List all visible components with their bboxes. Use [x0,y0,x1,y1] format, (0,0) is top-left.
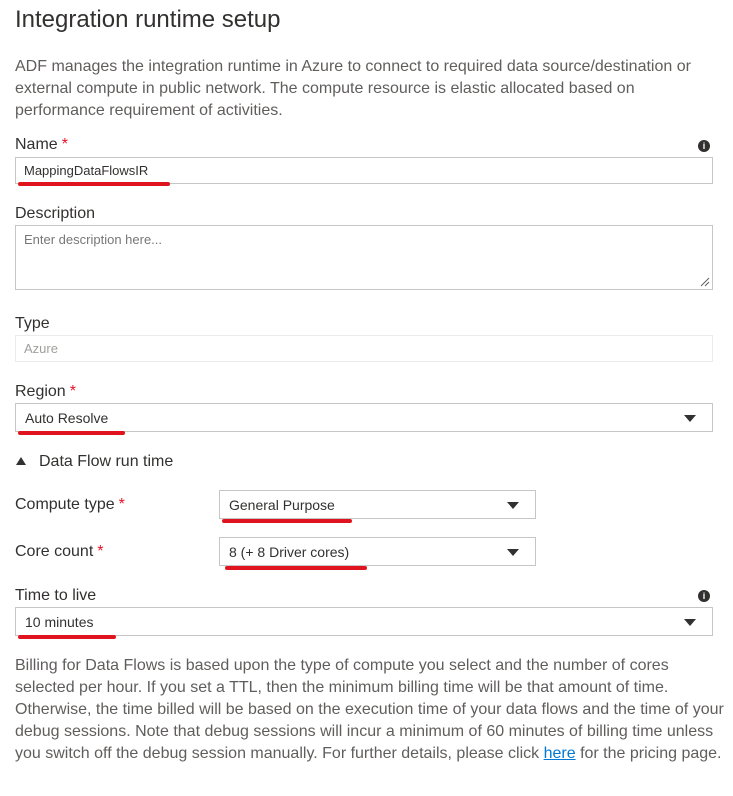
resize-grip-icon[interactable] [700,277,710,287]
region-label: Region * [15,383,76,400]
chevron-down-icon [684,619,696,626]
required-mark: * [69,383,76,400]
required-mark: * [118,496,125,513]
time-to-live-label: Time to live [15,587,97,604]
data-flow-section-toggle[interactable]: Data Flow run time [39,453,173,471]
region-select[interactable]: Auto Resolve [15,403,713,432]
description-label: Description [15,205,96,222]
core-count-select[interactable]: 8 (+ 8 Driver cores) [219,537,536,566]
highlight-underline [18,431,125,435]
info-icon[interactable]: i [698,140,710,152]
chevron-down-icon [684,415,696,422]
type-input: Azure [15,335,713,362]
highlight-underline [18,635,116,639]
chevron-down-icon [507,502,519,509]
highlight-underline [225,566,367,570]
page-description: ADF manages the integration runtime in A… [15,58,691,119]
triangle-up-icon[interactable] [16,457,26,465]
compute-type-select[interactable]: General Purpose [219,490,536,519]
compute-type-label: Compute type * [15,496,125,513]
name-input[interactable]: MappingDataFlowsIR [15,157,713,184]
name-label: Name * [15,136,68,153]
core-count-label: Core count * [15,543,104,560]
description-textarea[interactable]: Enter description here... [15,225,713,290]
required-mark: * [97,543,104,560]
time-to-live-select[interactable]: 10 minutes [15,607,713,636]
info-icon[interactable]: i [698,590,710,602]
type-label: Type [15,315,50,332]
highlight-underline [18,182,170,186]
billing-note: Billing for Data Flows is based upon the… [15,657,724,762]
required-mark: * [61,136,68,153]
chevron-down-icon [507,549,519,556]
page-title: Integration runtime setup [15,6,281,33]
highlight-underline [222,519,352,523]
pricing-link[interactable]: here [544,745,576,762]
